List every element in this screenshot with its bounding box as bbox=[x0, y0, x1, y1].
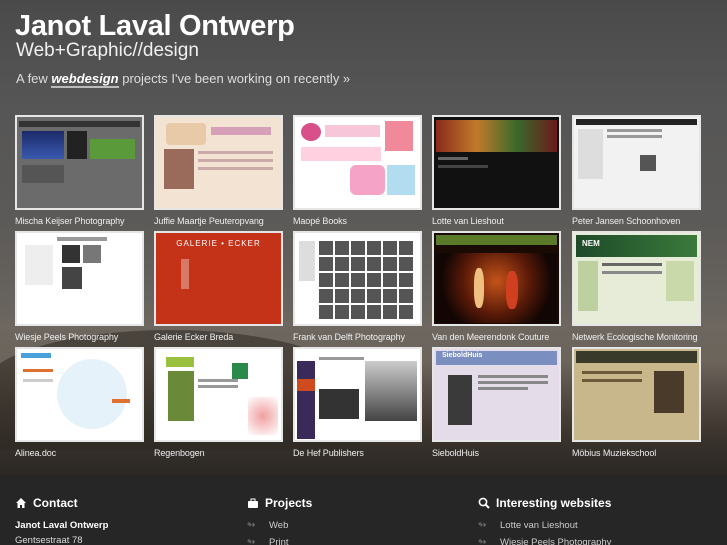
project-thumbnail[interactable] bbox=[432, 231, 561, 326]
footer: Contact Janot Laval Ontwerp Gentsestraat… bbox=[0, 475, 727, 545]
contact-address: Gentsestraat 78 bbox=[15, 535, 83, 545]
project-thumbnail[interactable] bbox=[572, 347, 701, 442]
project-thumbnail[interactable] bbox=[15, 347, 144, 442]
project-thumbnail[interactable] bbox=[154, 115, 283, 210]
project-thumbnail[interactable] bbox=[432, 115, 561, 210]
project-tile[interactable]: Regenbogen bbox=[154, 347, 283, 458]
galerie-logo-text: GALERIE • ECKER bbox=[176, 239, 261, 248]
project-label[interactable]: Regenbogen bbox=[154, 448, 283, 458]
siebold-logo-text: SieboldHuis bbox=[442, 352, 483, 359]
webdesign-link[interactable]: webdesign bbox=[51, 71, 119, 88]
home-icon bbox=[15, 497, 27, 509]
contact-heading: Contact bbox=[15, 496, 108, 510]
projects-title: Projects bbox=[265, 496, 313, 510]
project-tile[interactable]: NEM Netwerk Ecologische Monitoring bbox=[572, 231, 701, 342]
footer-link-wiesje[interactable]: ↬ Wiesje Peels Photography bbox=[478, 537, 611, 545]
link-label[interactable]: Web bbox=[269, 520, 288, 531]
project-tile[interactable]: Mischa Keijser Photography bbox=[15, 115, 144, 226]
site-subtitle: Web+Graphic//design bbox=[16, 40, 199, 61]
projects-heading: Projects bbox=[247, 496, 312, 510]
intro-text: A few webdesign projects I've been worki… bbox=[16, 71, 350, 88]
project-thumbnail[interactable] bbox=[293, 115, 422, 210]
project-tile[interactable]: Van den Meerendonk Couture bbox=[432, 231, 561, 342]
footer-websites: Interesting websites ↬ Lotte van Lieshout… bbox=[478, 496, 611, 545]
project-tile[interactable]: Lotte van Lieshout bbox=[432, 115, 561, 226]
intro-suffix[interactable]: projects I've been working on recently » bbox=[119, 71, 350, 86]
footer-link-print[interactable]: ↬ Print bbox=[247, 537, 312, 545]
project-tile[interactable]: Frank van Delft Photography bbox=[293, 231, 422, 342]
arrow-icon: ↬ bbox=[247, 520, 256, 531]
contact-name: Janot Laval Ontwerp bbox=[15, 520, 109, 531]
site-title[interactable]: Janot Laval Ontwerp bbox=[15, 10, 295, 43]
project-tile[interactable]: Maopé Books bbox=[293, 115, 422, 226]
project-label[interactable]: Maopé Books bbox=[293, 216, 422, 226]
project-tile[interactable]: Wiesje Peels Photography bbox=[15, 231, 144, 342]
websites-heading: Interesting websites bbox=[478, 496, 611, 510]
link-label[interactable]: Wiesje Peels Photography bbox=[500, 537, 611, 545]
project-label[interactable]: Wiesje Peels Photography bbox=[15, 332, 144, 342]
project-thumbnail[interactable] bbox=[572, 115, 701, 210]
project-label[interactable]: De Hef Publishers bbox=[293, 448, 422, 458]
contact-title: Contact bbox=[33, 496, 78, 510]
arrow-icon: ↬ bbox=[478, 520, 487, 531]
project-thumbnail[interactable] bbox=[15, 231, 144, 326]
arrow-icon: ↬ bbox=[478, 537, 487, 545]
project-thumbnail[interactable] bbox=[293, 347, 422, 442]
footer-projects: Projects ↬ Web ↬ Print bbox=[247, 496, 312, 545]
project-thumbnail[interactable] bbox=[154, 347, 283, 442]
link-label[interactable]: Lotte van Lieshout bbox=[500, 520, 578, 531]
project-label[interactable]: SieboldHuis bbox=[432, 448, 561, 458]
footer-link-lotte[interactable]: ↬ Lotte van Lieshout bbox=[478, 520, 611, 531]
project-tile[interactable]: Alinea.doc bbox=[15, 347, 144, 458]
project-tile[interactable]: Juffie Maartje Peuteropvang bbox=[154, 115, 283, 226]
footer-link-web[interactable]: ↬ Web bbox=[247, 520, 312, 531]
project-label[interactable]: Peter Jansen Schoonhoven bbox=[572, 216, 701, 226]
arrow-icon: ↬ bbox=[247, 537, 256, 545]
project-thumbnail[interactable]: SieboldHuis bbox=[432, 347, 561, 442]
project-thumbnail[interactable] bbox=[15, 115, 144, 210]
footer-contact: Contact Janot Laval Ontwerp Gentsestraat… bbox=[15, 496, 108, 545]
project-label[interactable]: Galerie Ecker Breda bbox=[154, 332, 283, 342]
project-label[interactable]: Lotte van Lieshout bbox=[432, 216, 561, 226]
project-tile[interactable]: Peter Jansen Schoonhoven bbox=[572, 115, 701, 226]
project-tile[interactable]: Möbius Muziekschool bbox=[572, 347, 701, 458]
link-label[interactable]: Print bbox=[269, 537, 289, 545]
project-thumbnail[interactable]: NEM bbox=[572, 231, 701, 326]
project-tile[interactable]: De Hef Publishers bbox=[293, 347, 422, 458]
briefcase-icon bbox=[247, 497, 259, 509]
magnifier-icon bbox=[478, 497, 490, 509]
project-label[interactable]: Alinea.doc bbox=[15, 448, 144, 458]
project-thumbnail[interactable] bbox=[293, 231, 422, 326]
project-label[interactable]: Möbius Muziekschool bbox=[572, 448, 701, 458]
intro-prefix: A few bbox=[16, 71, 52, 86]
project-label[interactable]: Frank van Delft Photography bbox=[293, 332, 422, 342]
project-label[interactable]: Mischa Keijser Photography bbox=[15, 216, 144, 226]
project-tile[interactable]: GALERIE • ECKER Galerie Ecker Breda bbox=[154, 231, 283, 342]
nem-logo-text: NEM bbox=[582, 239, 600, 248]
project-tile[interactable]: SieboldHuis SieboldHuis bbox=[432, 347, 561, 458]
project-thumbnail[interactable]: GALERIE • ECKER bbox=[154, 231, 283, 326]
project-label[interactable]: Juffie Maartje Peuteropvang bbox=[154, 216, 283, 226]
project-label[interactable]: Netwerk Ecologische Monitoring bbox=[572, 332, 701, 342]
websites-title: Interesting websites bbox=[496, 496, 612, 510]
project-label[interactable]: Van den Meerendonk Couture bbox=[432, 332, 561, 342]
